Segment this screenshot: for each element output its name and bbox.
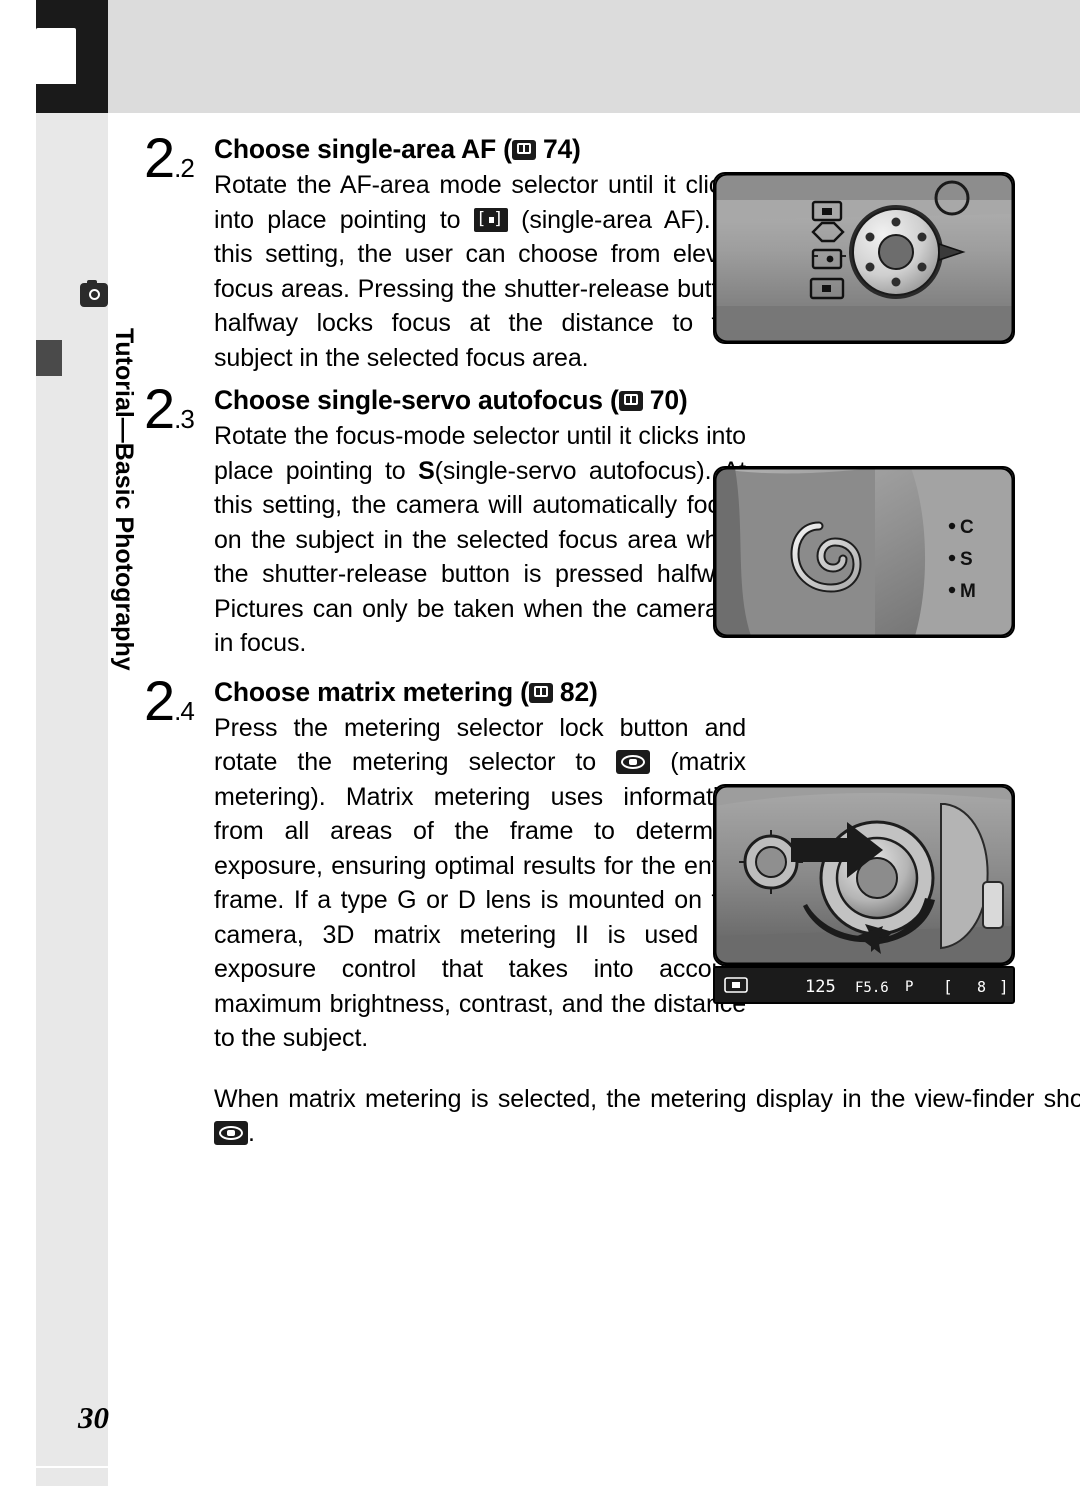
step-title-page-ref: 70 [649,385,679,415]
step-number-main: 2 [144,377,175,440]
single-area-af-icon [473,207,508,232]
step-title-close: ) [678,385,688,415]
note-period: . [248,1119,255,1147]
step-title-text: Choose single-servo autofocus ( [214,385,619,415]
matrix-metering-icon [214,1121,248,1145]
step-title-text: Choose matrix metering ( [214,676,529,707]
chapter-tab-marker [36,340,62,376]
book-reference-icon [528,682,553,703]
step-title-page-ref: 82 [559,676,589,707]
step-body-text: Rotate the focus-mode selector until it … [214,419,746,661]
step-title: Choose single-servo autofocus ( 70) [214,383,746,417]
single-servo-s-icon: S [418,456,435,485]
step-body-part1: Press the metering selector lock button … [214,713,746,777]
viewfinder-illustration: 125 F5.6 P [ 8 ] [715,968,1013,1002]
viewfinder-frame-bracket-right: ] [999,977,1009,996]
page-header-band [0,0,1080,113]
step-body-part2: (matrix metering). Matrix metering uses … [214,748,746,1052]
camera-icon [80,280,108,307]
step-number-main: 2 [144,668,175,732]
step-title: Choose single-area AF ( 74) [214,132,746,166]
metering-selector-illustration [715,786,1013,964]
step-number-main: 2 [144,126,175,189]
step-title-close: ) [589,676,598,707]
focus-mode-option-c: C [960,517,974,538]
focus-mode-selector-illustration: C S M [715,468,1013,636]
viewfinder-frames-remaining: 8 [977,978,986,996]
footer-rule [36,1466,1080,1468]
step-number: 2.4 [144,672,210,737]
book-reference-icon [511,140,536,160]
focus-mode-option-m: M [960,581,976,602]
focus-mode-option-s: S [960,549,973,570]
step-body-text: Press the metering selector lock button … [214,711,746,1056]
chapter-sidebar: Tutorial—Basic Photography [36,113,138,1486]
step-number-sub: .2 [174,153,195,183]
step-body-part2: (single-servo autofocus). At this settin… [214,456,746,658]
step-title-text: Choose single-area AF ( [214,134,512,164]
matrix-metering-icon [616,750,651,774]
book-cover-icon [36,28,78,90]
viewfinder-frame-bracket-left: [ [943,977,953,996]
metering-selector-figure [713,784,1015,966]
step-number: 2.3 [144,381,210,445]
step-title-page-ref: 74 [542,134,573,164]
af-area-mode-selector-figure [713,172,1015,344]
step-title-close: ) [572,134,581,164]
viewfinder-aperture: F5.6 [855,980,889,996]
step-number-sub: .4 [174,695,195,726]
af-area-mode-selector-illustration [715,174,1013,342]
page-number: 30 [78,1400,109,1435]
matrix-metering-note: When matrix metering is selected, the me… [214,1082,1080,1151]
focus-mode-selector-figure: C S M [713,466,1015,638]
viewfinder-mode: P [905,979,913,995]
book-reference-icon [618,391,643,411]
step-title: Choose matrix metering ( 82) [214,675,746,709]
page-left-margin [0,0,36,1486]
viewfinder-shutter-speed: 125 [805,977,836,997]
step-body-text: Rotate the AF-area mode selector until i… [214,168,746,375]
step-number-sub: .3 [174,404,195,434]
viewfinder-display: 125 F5.6 P [ 8 ] [713,966,1015,1004]
chapter-label: Tutorial—Basic Photography [110,328,138,671]
note-text: When matrix metering is selected, the me… [214,1084,1080,1113]
step-number: 2.2 [144,130,210,194]
